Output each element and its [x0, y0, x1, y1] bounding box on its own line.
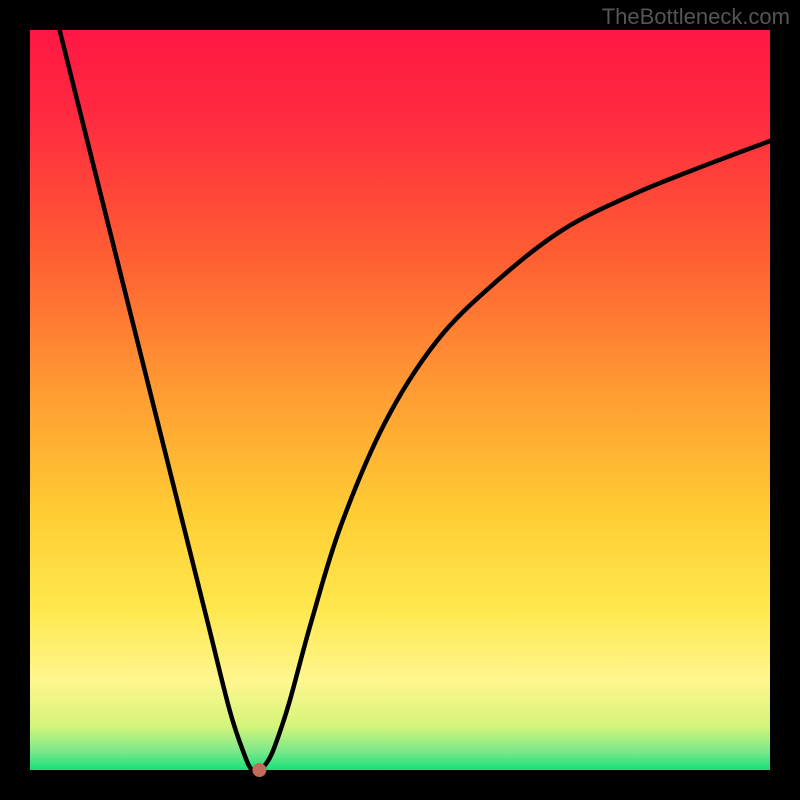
- chart-curve: [30, 30, 770, 770]
- minimum-marker: [252, 763, 266, 777]
- attribution-text: TheBottleneck.com: [602, 4, 790, 30]
- chart-area: [30, 30, 770, 770]
